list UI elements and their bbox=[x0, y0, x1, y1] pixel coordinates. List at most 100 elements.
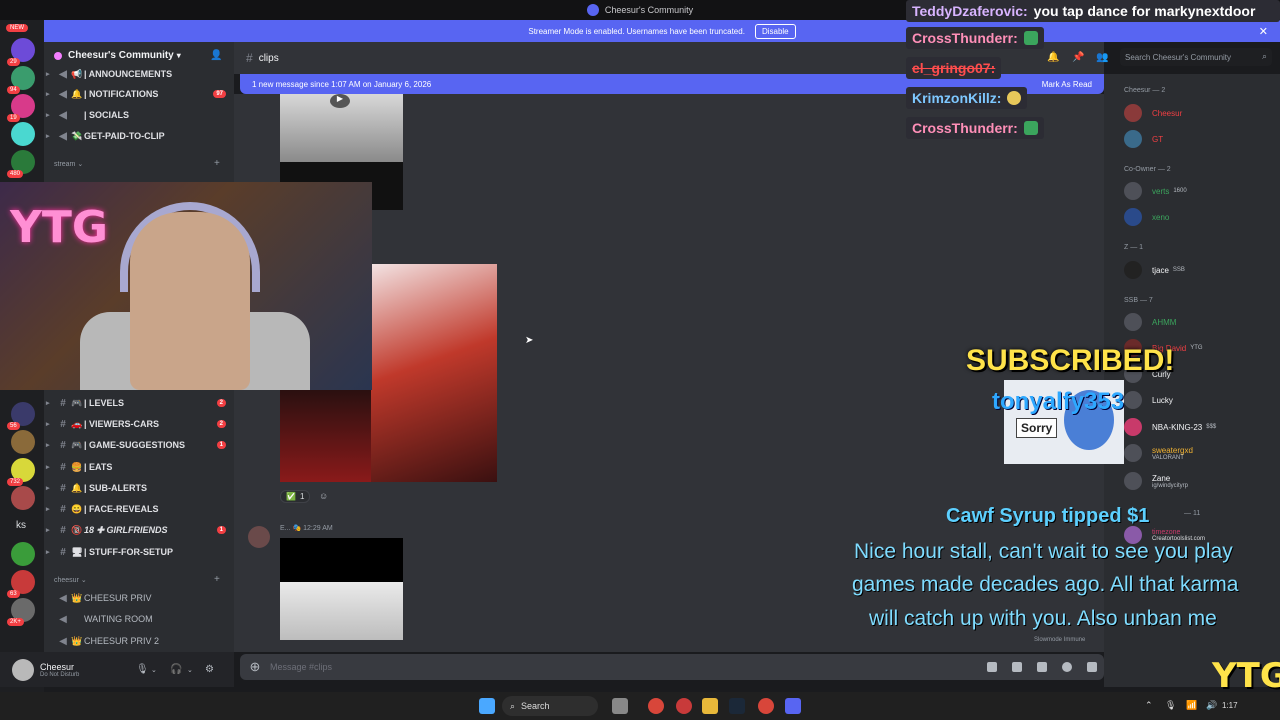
headphones-icon[interactable]: 🎧 bbox=[170, 664, 182, 675]
server-icon[interactable] bbox=[11, 542, 35, 566]
member-item[interactable]: GT bbox=[1124, 128, 1163, 150]
channel-item[interactable]: ▸ # 🔔 | SUB-ALERTS bbox=[44, 478, 234, 498]
speaker-icon: ◀ bbox=[59, 613, 67, 625]
channel-item[interactable]: ▸ # 🎮 | LEVELS 2 bbox=[44, 393, 234, 413]
member-item[interactable]: Lucky bbox=[1124, 389, 1173, 411]
member-item[interactable]: sweatergxd VALORANT bbox=[1124, 442, 1193, 464]
wifi-icon[interactable]: 📶 bbox=[1186, 700, 1197, 711]
server-ks-label[interactable]: ks bbox=[16, 520, 26, 531]
voice-channel[interactable]: ◀ WAITING ROOM bbox=[44, 609, 234, 629]
add-channel-icon[interactable]: + bbox=[214, 158, 220, 169]
mic-icon[interactable]: 🎙 bbox=[136, 664, 149, 675]
chevron-down-icon[interactable]: ⌄ bbox=[187, 666, 193, 674]
channel-item[interactable]: ▸ # 😀 | FACE-REVEALS bbox=[44, 499, 234, 519]
mark-as-read-button[interactable]: Mark As Read bbox=[1042, 80, 1092, 89]
stream-chat-line: el_gringo07: bbox=[906, 57, 1002, 79]
disable-button[interactable]: Disable bbox=[754, 23, 796, 39]
member-item[interactable]: Cheesur bbox=[1124, 102, 1182, 124]
voice-channel[interactable]: ◀ 👑 CHEESUR PRIV 2 bbox=[44, 631, 234, 651]
member-item[interactable]: verts 1600 bbox=[1124, 180, 1187, 202]
app-icon[interactable] bbox=[676, 698, 692, 714]
mention-badge: 2 bbox=[216, 399, 226, 407]
taskbar-search[interactable]: ⌕ Search bbox=[502, 696, 598, 716]
channel-item[interactable]: ▸ ◀ 🔔 | NOTIFICATIONS 97 bbox=[44, 84, 234, 104]
channel-item[interactable]: ▸ ◀ 💸 GET-PAID-TO-CLIP bbox=[44, 126, 234, 146]
category-stream[interactable]: stream ⌄ + bbox=[54, 158, 220, 169]
avatar bbox=[1124, 444, 1142, 462]
windows-start-icon[interactable] bbox=[479, 698, 495, 714]
folder-icon[interactable] bbox=[702, 698, 718, 714]
guild-icon bbox=[54, 51, 62, 60]
gear-icon[interactable]: ⚙ bbox=[205, 664, 214, 675]
voice-channel[interactable]: ◀ 👑 CHEESUR PRIV bbox=[44, 588, 234, 608]
message-composer[interactable]: ⊕ Message #clips bbox=[240, 654, 1104, 680]
channel-item[interactable]: ▸ ◀ | SOCIALS bbox=[44, 105, 234, 125]
server-icon[interactable]: 94 bbox=[7, 66, 35, 94]
member-item[interactable]: xeno bbox=[1124, 206, 1169, 228]
member-item[interactable]: AHMM bbox=[1124, 311, 1176, 333]
chevron-down-icon[interactable]: ⌄ bbox=[151, 666, 157, 674]
mic-icon[interactable]: 🎙 bbox=[1165, 700, 1176, 711]
close-icon[interactable]: ✕ bbox=[1259, 25, 1268, 38]
add-channel-icon[interactable]: + bbox=[214, 574, 220, 585]
apps-icon[interactable] bbox=[1087, 662, 1097, 672]
speaker-icon: ◀ bbox=[59, 635, 67, 647]
gift-icon[interactable] bbox=[987, 662, 997, 672]
member-item[interactable]: tjace SSB bbox=[1124, 259, 1185, 281]
member-item[interactable]: NBA-KING-23 $$$ bbox=[1124, 416, 1216, 438]
server-icon[interactable]: 732 bbox=[7, 458, 35, 486]
channel-item[interactable]: ▸ # 🖥 | STUFF-FOR-SETUP bbox=[44, 542, 234, 562]
steam-icon[interactable] bbox=[729, 698, 745, 714]
emoji-icon[interactable] bbox=[1062, 662, 1072, 672]
speaker-icon: ◀ bbox=[59, 109, 67, 121]
stream-chat-line: KrimzonKillz: bbox=[906, 87, 1028, 109]
invite-icon[interactable]: 👤 bbox=[210, 50, 222, 61]
image-attachment[interactable] bbox=[280, 390, 371, 482]
avatar bbox=[1124, 208, 1142, 226]
video-attachment[interactable] bbox=[280, 582, 403, 640]
clock[interactable]: 1:17 bbox=[1222, 701, 1238, 710]
channel-item[interactable]: ▸ # 🍔 | EATS bbox=[44, 457, 234, 477]
guild-header[interactable]: Cheesur's Community ▾ bbox=[54, 50, 181, 61]
video-attachment[interactable] bbox=[280, 538, 403, 582]
server-icon[interactable] bbox=[11, 486, 35, 510]
server-icon[interactable] bbox=[11, 122, 35, 146]
add-reaction-icon[interactable]: ☺ bbox=[319, 491, 328, 501]
search-input[interactable]: Search Cheesur's Community ⌕ bbox=[1120, 48, 1272, 66]
avatar[interactable] bbox=[248, 526, 270, 548]
widget-icon[interactable] bbox=[612, 698, 628, 714]
gif-icon[interactable] bbox=[1012, 662, 1022, 672]
discord-icon[interactable] bbox=[785, 698, 801, 714]
image-attachment[interactable] bbox=[371, 264, 497, 482]
members-icon[interactable]: 👥 bbox=[1096, 52, 1108, 63]
channel-item[interactable]: ▸ ◀ 📢 | ANNOUNCEMENTS bbox=[44, 64, 234, 84]
volume-icon[interactable]: 🔊 bbox=[1206, 700, 1217, 711]
chevron-up-icon[interactable]: ⌃ bbox=[1145, 700, 1153, 711]
plus-icon[interactable]: ⊕ bbox=[240, 659, 270, 675]
server-icon[interactable] bbox=[11, 430, 35, 454]
server-icon[interactable]: 63 bbox=[7, 570, 35, 598]
category-cheesur[interactable]: cheesur ⌄ + bbox=[54, 574, 220, 585]
channel-item[interactable]: ▸ # 🔞 18 ✚ GIRLFRIENDS 1 bbox=[44, 520, 234, 540]
bell-icon[interactable]: 🔔 bbox=[1047, 52, 1059, 63]
server-icon[interactable]: 480 bbox=[7, 150, 35, 178]
server-icon[interactable]: 2K+ bbox=[7, 598, 35, 626]
avatar[interactable] bbox=[12, 658, 34, 681]
chrome-icon[interactable] bbox=[648, 698, 664, 714]
chrome-icon[interactable] bbox=[758, 698, 774, 714]
member-item[interactable]: Zane ig/windycityrp bbox=[1124, 470, 1188, 492]
speaker-icon: ◀ bbox=[59, 130, 67, 142]
streamer-mode-banner: Streamer Mode is enabled. Usernames have… bbox=[44, 20, 1280, 42]
message-input[interactable]: Message #clips bbox=[270, 662, 332, 672]
webcam-overlay: YTG bbox=[0, 182, 372, 390]
server-icon[interactable]: 29 bbox=[7, 38, 35, 66]
channel-item[interactable]: ▸ # 🎮 | GAME-SUGGESTIONS 1 bbox=[44, 435, 234, 455]
sticker-icon[interactable] bbox=[1037, 662, 1047, 672]
server-icon[interactable]: 56 bbox=[7, 402, 35, 430]
pin-icon[interactable]: 📌 bbox=[1072, 52, 1084, 63]
play-icon[interactable]: ▶ bbox=[330, 94, 350, 108]
video-attachment[interactable]: ▶ bbox=[280, 94, 403, 162]
channel-item[interactable]: ▸ # 🚗 | VIEWERS-CARS 2 bbox=[44, 414, 234, 434]
server-icon[interactable]: 19 bbox=[7, 94, 35, 122]
reaction[interactable]: ✅ 1 bbox=[280, 490, 311, 503]
